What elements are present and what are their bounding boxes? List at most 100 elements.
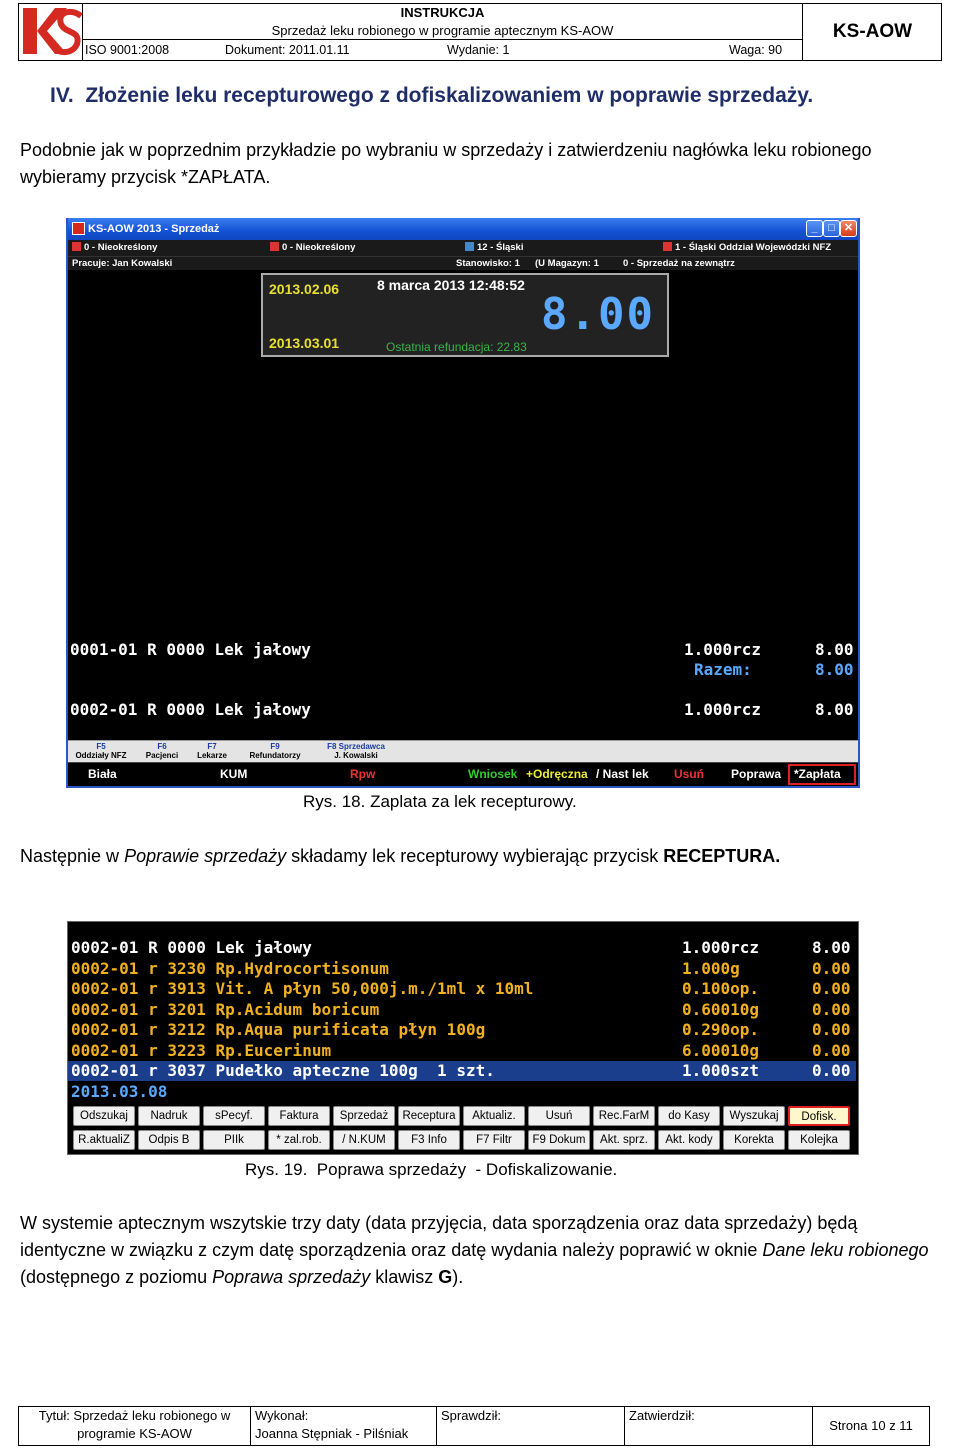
info-stanowisko: Stanowisko: 1 [456, 258, 520, 269]
footer-title-line1: Tytuł: Sprzedaż leku robionego w [38, 1408, 231, 1423]
para3-end: ). [452, 1267, 464, 1287]
caption-fig-19: Rys. 19. Poprawa sprzedaży - Dofiskalizo… [245, 1160, 618, 1179]
toolbar-button-akt-sprz[interactable]: Akt. sprz. [593, 1130, 655, 1150]
receptura-row-qty: 0.60010g [682, 999, 760, 1019]
receptura-row-qty: 1.000g [682, 958, 740, 978]
status-odreczna[interactable]: +Odręczna [526, 767, 588, 781]
sale-row-2-value: 8.00 [815, 700, 854, 719]
toolbar-button-aktualiz[interactable]: Aktualiz. [463, 1106, 525, 1126]
waga-label: Waga: 90 [729, 43, 783, 57]
button-row-1: Odszukaj Nadruk sPecyf. Faktura Sprzedaż Rece… [68, 1106, 858, 1128]
receptura-row-qty: 6.00010g [682, 1040, 760, 1060]
receptura-row[interactable]: 0002-01 R 0000 Lek jałowy [71, 938, 312, 958]
para2-poprawa: Poprawie sprzedaży [124, 846, 287, 866]
para3-poprawa: Poprawa sprzedaży [212, 1267, 371, 1287]
header-middle: INSTRUKCJA Sprzedaż leku robionego w pro… [83, 4, 803, 60]
status-wniosek[interactable]: Wniosek [468, 767, 517, 781]
date-2: 2013.03.01 [269, 335, 340, 351]
sale-row-1[interactable]: 0001-01 R 0000 Lek jałowy [70, 640, 311, 659]
toolbar-button-f7-filtr[interactable]: F7 Filtr [463, 1130, 525, 1150]
toolbar-button-rec-farm[interactable]: Rec.FarM [593, 1106, 655, 1126]
current-datetime: 8 marca 2013 12:48:52 [377, 277, 525, 293]
para1-text: Podobnie jak w poprzednim przykładzie po… [20, 140, 872, 187]
info-oddzial: 0 - Nieokreślony [72, 240, 157, 256]
toolbar-button-korekta[interactable]: Korekta [723, 1130, 785, 1150]
maximize-icon[interactable]: □ [823, 220, 840, 237]
para1-zaplata: *ZAPŁATA [181, 167, 266, 187]
summary-panel: 2013.02.06 2013.03.01 8 marca 2013 12:48… [261, 273, 669, 357]
document-header: INSTRUKCJA Sprzedaż leku robionego w pro… [18, 3, 942, 61]
document-footer: Tytuł: Sprzedaż leku robionego w program… [18, 1406, 930, 1446]
receptura-row-value: 0.00 [812, 1061, 851, 1080]
status-bar: Biała KUM Rpw Wniosek +Odręczna / Nast l… [68, 762, 858, 786]
receptura-row[interactable]: 0002-01 r 3223 Rp.Eucerinum [71, 1041, 331, 1061]
receptura-row-value: 0.00 [812, 999, 851, 1019]
footer-title: Tytuł: Sprzedaż leku robionego w program… [19, 1407, 251, 1445]
receptura-row[interactable]: 0002-01 r 3201 Rp.Acidum boricum [71, 1000, 379, 1020]
toolbar-button-odpis-b[interactable]: Odpis B [138, 1130, 200, 1150]
toolbar-button-wyszukaj[interactable]: Wyszukaj [723, 1106, 785, 1126]
toolbar-button-do-kasy[interactable]: do Kasy [658, 1106, 720, 1126]
footer-approved: Zatwierdził: [625, 1407, 813, 1445]
toolbar-button-kolejka[interactable]: Kolejka [788, 1130, 850, 1150]
toolbar-button-f3-info[interactable]: F3 Info [398, 1130, 460, 1150]
toolbar-button-akt-kody[interactable]: Akt. kody [658, 1130, 720, 1150]
para2-c: składamy lek recepturowy wybierając przy… [286, 846, 664, 866]
fkey-f7[interactable]: F7 Lekarze [192, 742, 232, 760]
info-lekarz: 0 - Nieokreślony [270, 240, 355, 256]
toolbar-button-usuń[interactable]: Usuń [528, 1106, 590, 1126]
paragraph-1: Podobnie jak w poprzednim przykładzie po… [20, 137, 940, 191]
info-region: 12 - Śląski [465, 240, 523, 256]
status-zaplata[interactable]: *Zapłata [794, 767, 841, 781]
para2-a: Następnie w [20, 846, 125, 866]
razem-value: 8.00 [815, 660, 854, 679]
toolbar-button-n-kum[interactable]: / N.KUM [333, 1130, 395, 1150]
toolbar-button-receptura[interactable]: Receptura [398, 1106, 460, 1126]
minimize-icon[interactable]: _ [806, 220, 823, 237]
para2-receptura: RECEPTURA. [663, 846, 781, 866]
razem-label: Razem: [694, 660, 752, 679]
toolbar-button-faktura[interactable]: Faktura [268, 1106, 330, 1126]
toolbar-button-odszukaj[interactable]: Odszukaj [73, 1106, 135, 1126]
toolbar-button-specyf[interactable]: sPecyf. [203, 1106, 265, 1126]
receptura-row-qty: 1.000rcz [682, 938, 760, 957]
status-usun[interactable]: Usuń [674, 767, 704, 781]
status-biala[interactable]: Biała [88, 767, 117, 781]
para3-key-g: G [438, 1267, 453, 1287]
para3-a: W systemie aptecznym wszytskie trzy daty… [20, 1213, 858, 1260]
status-nastlek[interactable]: / Nast lek [596, 767, 649, 781]
status-kum[interactable]: KUM [220, 767, 247, 781]
info-sprzedaz: 0 - Sprzedaż na zewnątrz [623, 258, 735, 269]
doc-meta: ISO 9001:2008 Dokument: 2011.01.11 Wydan… [83, 41, 802, 60]
para1-end: . [265, 167, 271, 187]
caption-fig-18: Rys. 18. Zaplata za lek recepturowy. [303, 792, 577, 811]
status-poprawa[interactable]: Poprawa [731, 767, 781, 781]
toolbar-button-f9-dokum[interactable]: F9 Dokum [528, 1130, 590, 1150]
button-row-2: R.aktualiZ Odpis B PIIk * zal.rob. / N.KUM F3… [68, 1130, 858, 1152]
fkey-f8[interactable]: F8 Sprzedawca J. Kowalski [318, 742, 394, 760]
sales-window-screenshot: KS-AOW 2013 - Sprzedaż _ □ ✕ 0 - Nieokre… [66, 218, 860, 788]
function-key-bar: F5 Oddziały NFZ F6 Pacjenci F7 Lekarze F9 Re… [68, 740, 858, 762]
receptura-row[interactable]: 0002-01 r 3212 Rp.Aqua purificata płyn 1… [71, 1020, 485, 1040]
toolbar-button-sprzedaż[interactable]: Sprzedaż [333, 1106, 395, 1126]
receptura-row[interactable]: 0002-01 r 3913 Vit. A płyn 50,000j.m./1m… [71, 979, 533, 999]
toolbar-button-piik[interactable]: PIIk [203, 1130, 265, 1150]
toolbar-button-nadruk[interactable]: Nadruk [138, 1106, 200, 1126]
paragraph-2: Następnie w Poprawie sprzedaży składamy … [20, 843, 940, 870]
close-icon[interactable]: ✕ [840, 220, 857, 237]
footer-author: Wykonał: Joanna Stępniak - Pilśniak [251, 1407, 437, 1445]
fkey-f6[interactable]: F6 Pacjenci [134, 742, 190, 760]
date-1: 2013.02.06 [269, 281, 340, 297]
doc-code: KS-AOW [832, 21, 913, 42]
toolbar-button-dofisk[interactable]: Dofisk. [788, 1106, 850, 1126]
fkey-f5[interactable]: F5 Oddziały NFZ [70, 742, 132, 760]
footer-author-label: Wykonał: [255, 1408, 309, 1423]
info-nfz: 1 - Śląski Oddział Wojewódzki NFZ [663, 240, 831, 256]
receptura-row[interactable]: 0002-01 r 3230 Rp.Hydrocortisonum [71, 959, 389, 979]
doc-subtitle: Sprzedaż leku robionego w programie apte… [83, 22, 802, 40]
toolbar-button-zal-rob[interactable]: * zal.rob. [268, 1130, 330, 1150]
fkey-f9[interactable]: F9 Refundatorzy [234, 742, 316, 760]
toolbar-button-r-aktualiz[interactable]: R.aktualiZ [73, 1130, 135, 1150]
status-rpw[interactable]: Rpw [350, 767, 375, 781]
sale-row-2[interactable]: 0002-01 R 0000 Lek jałowy [70, 700, 311, 719]
